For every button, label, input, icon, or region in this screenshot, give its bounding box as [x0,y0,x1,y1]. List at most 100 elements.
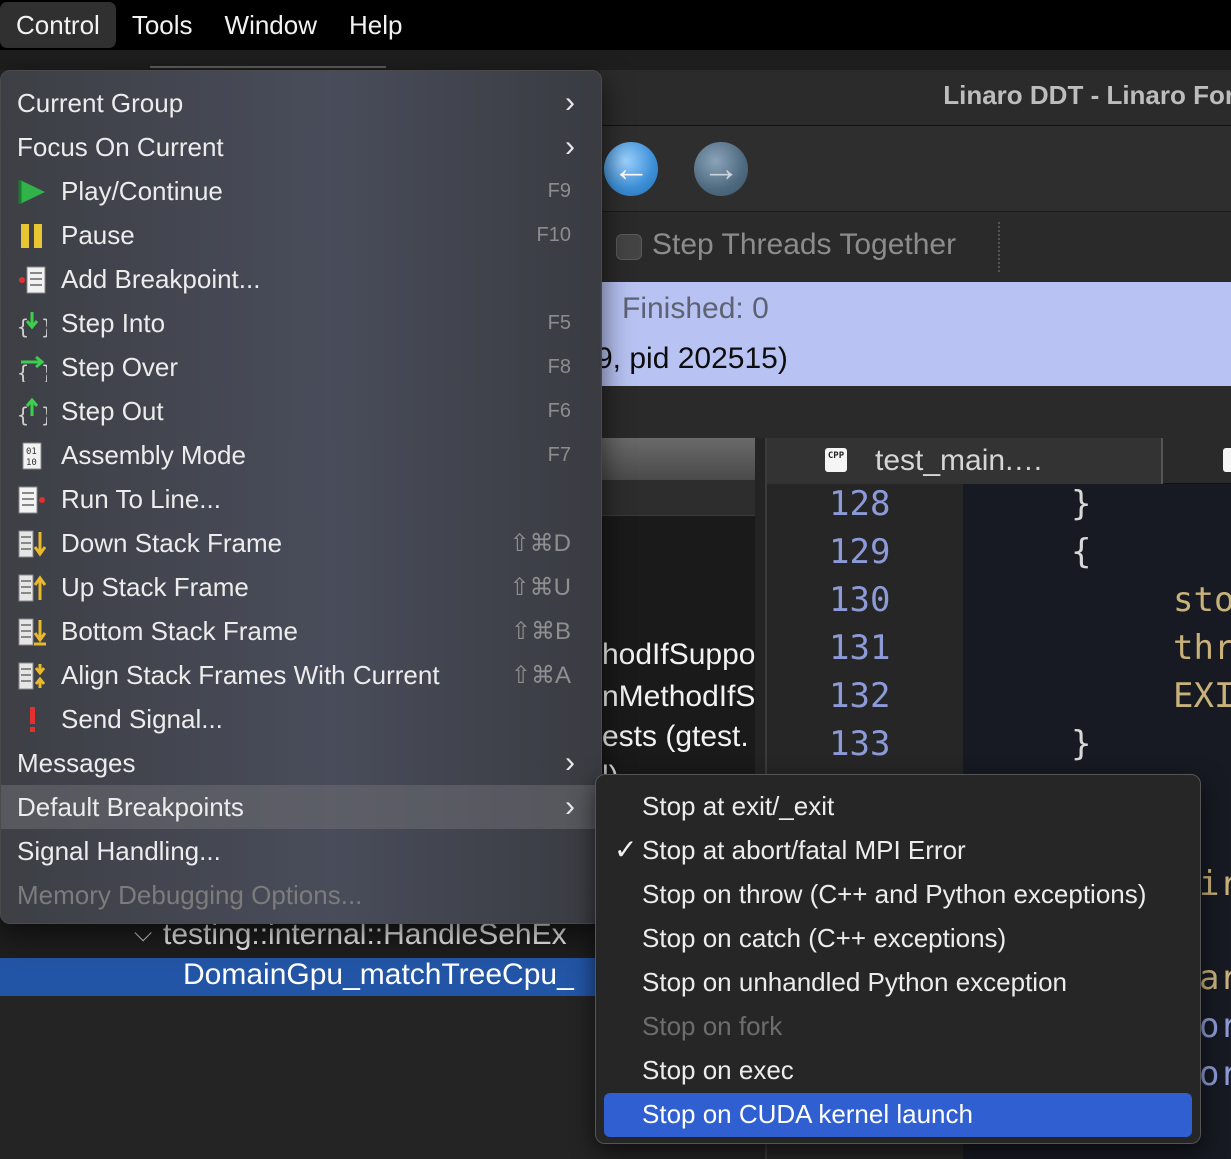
submenu-item-stop-on-throw[interactable]: Stop on throw (C++ and Python exceptions… [604,873,1192,917]
menu-item-align-stack-frames[interactable]: Align Stack Frames With Current ⇧⌘A [1,653,603,697]
assembly-icon: 01 10 [15,441,49,471]
stack-panel-header [600,480,755,516]
menu-item-current-group[interactable]: Current Group › [1,81,603,125]
tree-row[interactable]: ⌵ testing::internal::HandleSehEx [0,918,600,958]
window-titlebar: Linaro DDT - Linaro For [600,70,1231,126]
code-line: sto [1173,580,1231,620]
submenu-item-stop-on-cuda-kernel-launch[interactable]: Stop on CUDA kernel launch [604,1093,1192,1137]
menubar-window[interactable]: Window [209,0,333,50]
menu-item-pause[interactable]: Pause F10 [1,213,603,257]
menu-item-down-stack-frame[interactable]: Down Stack Frame ⇧⌘D [1,521,603,565]
step-threads-checkbox[interactable] [616,234,642,260]
step-out-icon: { } [15,397,49,427]
menu-item-assembly-mode[interactable]: 01 10 Assembly Mode F7 [1,433,603,477]
down-stack-icon [15,529,49,559]
forward-arrow-icon[interactable]: → [694,142,748,196]
menu-item-label: Focus On Current [17,131,224,162]
svg-text:{ }: { } [17,361,47,382]
chevron-right-icon: › [565,86,575,119]
code-line: } [1071,484,1092,524]
menu-item-label: Add Breakpoint... [61,263,261,294]
submenu-item-label: Stop on unhandled Python exception [642,967,1068,997]
menu-item-signal-handling[interactable]: Signal Handling... [1,829,603,873]
line-number: 129 [829,532,891,572]
shortcut-label: ⇧⌘B [510,617,571,645]
menu-item-send-signal[interactable]: Send Signal... [1,697,603,741]
menu-item-label: Step Over [61,351,179,382]
menu-item-label: Messages [17,747,136,778]
play-icon [15,177,49,207]
submenu-item-stop-on-exec[interactable]: Stop on exec [604,1049,1192,1093]
editor-tab[interactable]: CPP test_main.… [767,438,1163,484]
stack-panel-tabstrip [600,438,755,480]
shortcut-label: F6 [547,399,571,422]
menu-item-messages[interactable]: Messages › [1,741,603,785]
code-fragment: or [1199,1054,1231,1094]
finished-count: Finished: 0 [622,292,769,325]
menu-item-label: Up Stack Frame [61,571,249,602]
cpp-file-icon[interactable] [1223,448,1231,472]
shortcut-label: F7 [547,443,571,466]
code-line: thr [1173,628,1231,668]
window-title: Linaro DDT - Linaro For [943,80,1231,110]
menu-item-step-into[interactable]: { } Step Into F5 [1,301,603,345]
chevron-right-icon: › [565,746,575,779]
menu-item-default-breakpoints[interactable]: Default Breakpoints › [1,785,603,829]
pause-icon [15,221,49,251]
submenu-item-label: Stop on CUDA kernel launch [642,1099,973,1129]
process-pid-label: 9, pid 202515) [596,342,788,375]
menubar-tools[interactable]: Tools [116,0,209,50]
menu-item-focus-on-current[interactable]: Focus On Current › [1,125,603,169]
chevron-right-icon: › [565,790,575,823]
line-number: 130 [829,580,891,620]
toolbar-separator [998,222,1000,272]
stack-item[interactable]: hodIfSuppo [602,638,755,672]
shortcut-label: ⇧⌘D [509,529,571,557]
stack-item[interactable]: ests (gtest. [602,720,749,754]
panel-spacer [600,386,1231,438]
back-arrow-icon[interactable]: ← [604,142,658,196]
submenu-item-stop-on-catch[interactable]: Stop on catch (C++ exceptions) [604,917,1192,961]
up-stack-icon [15,573,49,603]
menu-item-step-over[interactable]: { } Step Over F8 [1,345,603,389]
shortcut-label: F8 [547,355,571,378]
menu-item-up-stack-frame[interactable]: Up Stack Frame ⇧⌘U [1,565,603,609]
shortcut-label: F5 [547,311,571,334]
menu-item-step-out[interactable]: { } Step Out F6 [1,389,603,433]
submenu-item-stop-on-unhandled-python[interactable]: Stop on unhandled Python exception [604,961,1192,1005]
stack-item[interactable]: nMethodIfS [602,680,755,714]
line-number: 132 [829,676,891,716]
tree-row-label: DomainGpu_matchTreeCpu_ [183,958,574,991]
checkmark-icon: ✓ [614,834,638,865]
menu-item-bottom-stack-frame[interactable]: Bottom Stack Frame ⇧⌘B [1,609,603,653]
editor-tab-label: test_main.… [875,444,1044,477]
submenu-item-stop-at-abort[interactable]: ✓ Stop at abort/fatal MPI Error [604,829,1192,873]
menu-item-label: Assembly Mode [61,439,246,470]
submenu-item-stop-on-fork: Stop on fork [604,1005,1192,1049]
menu-item-label: Play/Continue [61,175,223,206]
chevron-down-icon[interactable]: ⌵ [134,920,152,948]
tree-row-selected[interactable]: DomainGpu_matchTreeCpu_ [0,958,600,996]
code-line: { [1071,532,1092,572]
menu-item-label: Signal Handling... [17,835,221,866]
menu-item-play-continue[interactable]: Play/Continue F9 [1,169,603,213]
line-number: 133 [829,724,891,764]
code-fragment: ir [1199,864,1231,904]
menubar-control[interactable]: Control [0,2,116,48]
menubar-help[interactable]: Help [333,0,418,50]
default-breakpoints-submenu: Stop at exit/_exit ✓ Stop at abort/fatal… [595,774,1201,1144]
submenu-item-label: Stop on catch (C++ exceptions) [642,923,1007,953]
menu-item-add-breakpoint[interactable]: Add Breakpoint... [1,257,603,301]
code-line: } [1071,724,1092,764]
line-number: 131 [829,628,891,668]
menubar-divider [150,66,386,68]
submenu-item-label: Stop on exec [642,1055,794,1085]
code-line: EXI [1173,676,1231,716]
menu-item-label: Default Breakpoints [17,791,244,822]
menu-item-run-to-line[interactable]: Run To Line... [1,477,603,521]
step-over-icon: { } [15,353,49,383]
step-threads-label: Step Threads Together [652,228,957,261]
shortcut-label: F9 [547,179,571,202]
submenu-item-stop-at-exit[interactable]: Stop at exit/_exit [604,785,1192,829]
toolbar: ← → [600,126,1231,212]
